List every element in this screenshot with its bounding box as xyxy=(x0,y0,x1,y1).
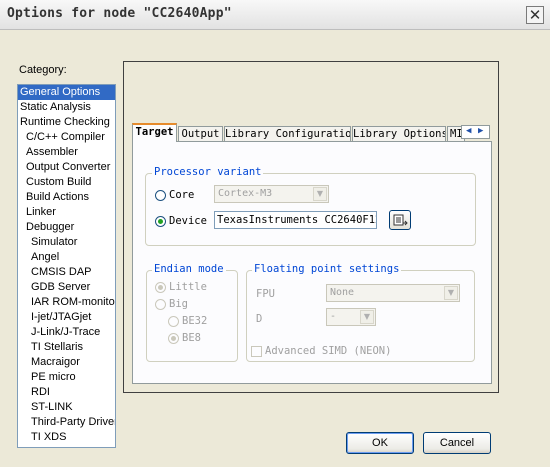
fpu-select-value: None xyxy=(330,287,355,298)
category-item[interactable]: Angel xyxy=(18,250,115,265)
category-item[interactable]: Output Converter xyxy=(18,160,115,175)
category-item[interactable]: Third-Party Driver xyxy=(18,415,115,430)
category-item[interactable]: GDB Server xyxy=(18,280,115,295)
be8-label: BE8 xyxy=(182,332,201,344)
be8-radio[interactable] xyxy=(168,333,179,344)
category-item[interactable]: Debugger xyxy=(18,220,115,235)
advanced-simd-label: Advanced SIMD (NEON) xyxy=(265,345,392,357)
close-icon: ✕ xyxy=(528,6,542,24)
be32-radio[interactable] xyxy=(168,316,179,327)
floating-point-title: Floating point settings xyxy=(252,263,402,275)
d-select[interactable]: - ▼ xyxy=(326,308,376,326)
core-select[interactable]: Cortex-M3 ▼ xyxy=(214,185,329,203)
core-label: Core xyxy=(169,189,195,201)
category-item[interactable]: ST-LINK xyxy=(18,400,115,415)
category-list[interactable]: General Options Static Analysis Runtime Ch… xyxy=(17,84,116,448)
core-select-value: Cortex-M3 xyxy=(218,188,273,199)
d-select-value: - xyxy=(330,311,337,322)
category-item[interactable]: Linker xyxy=(18,205,115,220)
tab-library-options-label: Library Options xyxy=(353,128,446,140)
little-radio[interactable] xyxy=(155,282,166,293)
category-item[interactable]: IAR ROM-monitor xyxy=(18,295,115,310)
category-item[interactable]: Custom Build xyxy=(18,175,115,190)
tab-library-configuration[interactable]: Library Configuration xyxy=(224,126,351,142)
chevron-down-icon: ▼ xyxy=(444,286,458,300)
category-item[interactable]: PE micro xyxy=(18,370,115,385)
device-radio[interactable] xyxy=(155,216,166,227)
big-radio[interactable] xyxy=(155,299,166,310)
device-label: Device xyxy=(169,215,207,227)
be32-label: BE32 xyxy=(182,315,208,327)
category-item[interactable]: C/C++ Compiler xyxy=(18,130,115,145)
category-item[interactable]: RDI xyxy=(18,385,115,400)
scroll-left-icon[interactable]: ◀ xyxy=(466,126,471,136)
big-label: Big xyxy=(169,298,188,310)
tab-target[interactable]: Target xyxy=(132,123,177,142)
category-item[interactable]: J-Link/J-Trace xyxy=(18,325,115,340)
dialog-title: Options for node "CC2640App" xyxy=(7,6,232,21)
category-item[interactable]: Macraigor xyxy=(18,355,115,370)
category-item[interactable]: Runtime Checking xyxy=(18,115,115,130)
device-field-value: TexasInstruments CC2640F128 xyxy=(217,214,377,226)
tab-scroll-buttons[interactable]: ◀ ▶ xyxy=(461,125,490,139)
cancel-button[interactable]: Cancel xyxy=(423,432,491,454)
ok-button[interactable]: OK xyxy=(346,432,414,454)
category-item[interactable]: Assembler xyxy=(18,145,115,160)
chevron-down-icon: ▼ xyxy=(360,310,374,324)
fpu-label: FPU xyxy=(256,288,275,300)
category-item[interactable]: General Options xyxy=(18,85,115,100)
scroll-right-icon[interactable]: ▶ xyxy=(478,126,483,136)
processor-variant-group xyxy=(145,173,476,246)
category-item[interactable]: CMSIS DAP xyxy=(18,265,115,280)
core-radio[interactable] xyxy=(155,190,166,201)
tab-library-configuration-label: Library Configuration xyxy=(225,128,351,140)
tab-output-label: Output xyxy=(181,128,220,140)
little-label: Little xyxy=(169,281,207,293)
category-item[interactable]: TI XDS xyxy=(18,430,115,445)
tab-library-options[interactable]: Library Options xyxy=(352,126,446,142)
device-field[interactable]: TexasInstruments CC2640F128 xyxy=(214,211,377,229)
tab-output[interactable]: Output xyxy=(178,126,223,142)
tab-target-label: Target xyxy=(135,126,174,138)
title-bar: Options for node "CC2640App" ✕ xyxy=(0,0,550,30)
category-item[interactable]: Build Actions xyxy=(18,190,115,205)
close-button[interactable]: ✕ xyxy=(526,6,544,24)
category-item[interactable]: Static Analysis xyxy=(18,100,115,115)
category-item[interactable]: I-jet/JTAGjet xyxy=(18,310,115,325)
processor-variant-title: Processor variant xyxy=(152,166,264,178)
d-label: D xyxy=(256,313,263,325)
endian-mode-title: Endian mode xyxy=(152,263,226,275)
category-label: Category: xyxy=(19,64,67,76)
category-item[interactable]: TI Stellaris xyxy=(18,340,115,355)
category-item[interactable]: Simulator xyxy=(18,235,115,250)
device-select-button[interactable] xyxy=(389,210,411,230)
fpu-select[interactable]: None ▼ xyxy=(326,284,460,302)
advanced-simd-checkbox[interactable] xyxy=(251,346,262,357)
device-select-icon xyxy=(393,214,408,226)
chevron-down-icon: ▼ xyxy=(313,187,327,201)
options-dialog: Options for node "CC2640App" ✕ Category:… xyxy=(0,0,550,467)
